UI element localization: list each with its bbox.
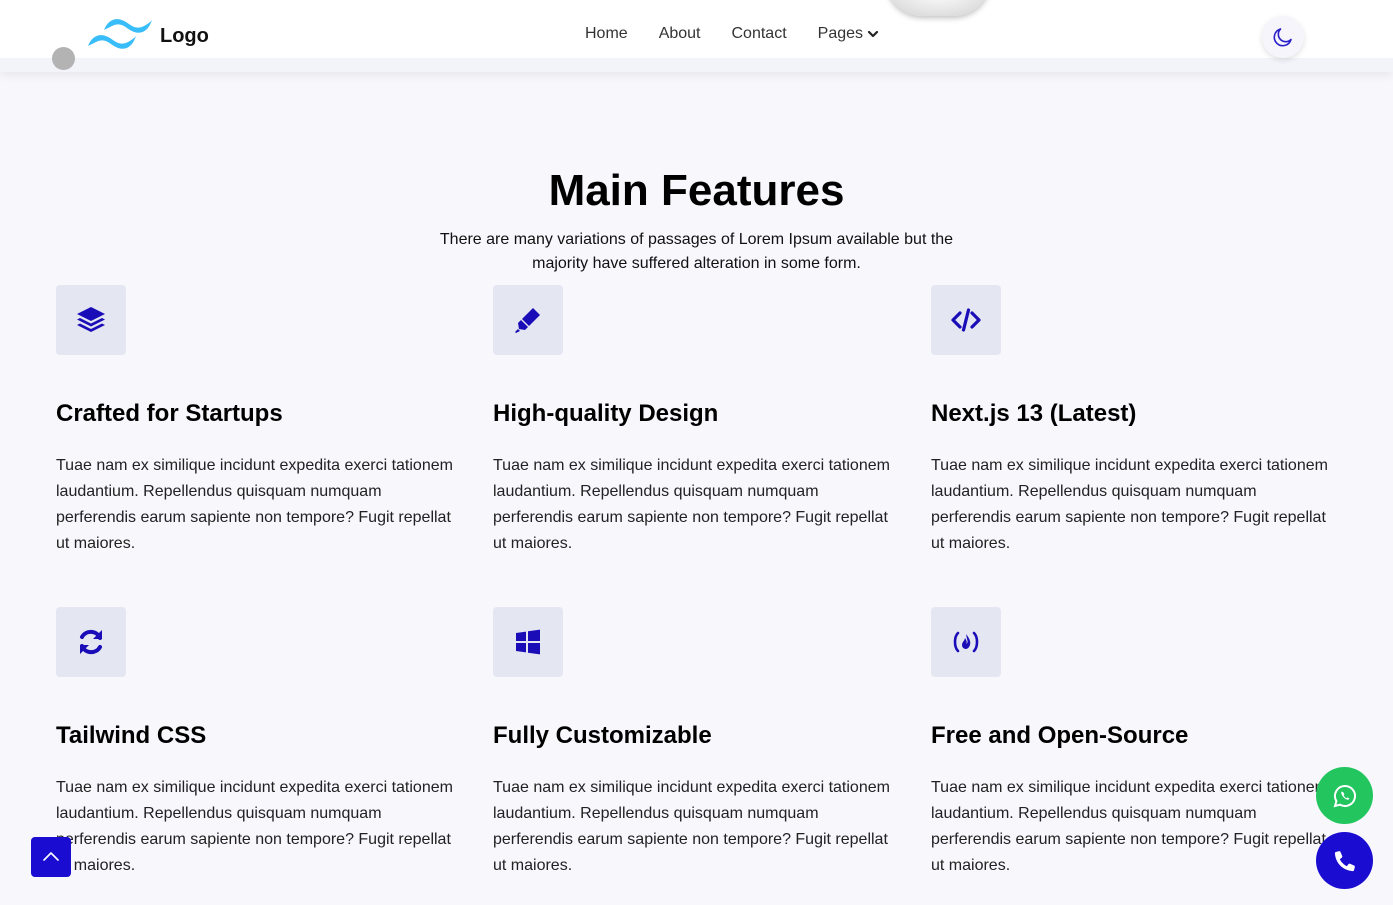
phone-icon (1334, 850, 1355, 871)
code-icon (951, 308, 981, 332)
highlighter-icon (515, 308, 540, 333)
feature-description: Tuae nam ex similique incidunt expedita … (56, 779, 453, 874)
feature-title: Free and Open-Source (931, 722, 1189, 749)
feature-icon-box (56, 607, 126, 677)
nav-pages-label: Pages (817, 25, 864, 42)
nav-home[interactable]: Home (585, 25, 628, 43)
nav-home-label: Home (585, 25, 628, 42)
nav-about[interactable]: About (659, 25, 701, 43)
feature-title: Crafted for Startups (56, 400, 283, 427)
nav-pages-dropdown[interactable]: Pages (818, 25, 879, 43)
feature-title: Fully Customizable (493, 722, 712, 749)
nav-contact-label: Contact (731, 25, 787, 42)
feature-icon-box (931, 285, 1001, 355)
feature-description: Tuae nam ex similique incidunt expedita … (493, 779, 890, 874)
nav-about-label: About (658, 25, 701, 42)
tailwind-logo-icon (88, 19, 152, 49)
feature-description: Tuae nam ex similique incidunt expedita … (493, 457, 890, 552)
feature-icon-box (931, 607, 1001, 677)
windows-icon (516, 629, 540, 655)
feature-card: Tailwind CSS Tuae nam ex similique incid… (56, 607, 456, 879)
feature-title: Tailwind CSS (56, 722, 207, 749)
section-subtitle: There are many variations of passages of… (439, 231, 954, 272)
theme-toggle-button[interactable] (1262, 16, 1304, 58)
feature-icon-box (56, 285, 126, 355)
whatsapp-icon (1333, 784, 1356, 807)
chevron-up-icon (43, 852, 59, 861)
chevron-down-icon (867, 30, 879, 38)
feature-description: Tuae nam ex similique incidunt expedita … (931, 779, 1328, 874)
section-title: Main Features (548, 166, 845, 215)
feature-card: Free and Open-Source Tuae nam ex similiq… (931, 607, 1331, 879)
logo-text: Logo (160, 24, 209, 47)
feature-card: High-quality Design Tuae nam ex similiqu… (493, 285, 893, 557)
feature-description: Tuae nam ex similique incidunt expedita … (56, 457, 453, 552)
phone-button[interactable] (1316, 832, 1373, 889)
logo[interactable]: Logo (88, 14, 209, 58)
feature-card: Crafted for Startups Tuae nam ex similiq… (56, 285, 456, 557)
whatsapp-button[interactable] (1316, 767, 1373, 824)
site-header: Logo Home About Contact Pages (0, 0, 1393, 72)
moon-icon (1273, 28, 1292, 47)
feature-card: Fully Customizable Tuae nam ex similique… (493, 607, 893, 879)
feature-description: Tuae nam ex similique incidunt expedita … (931, 457, 1328, 552)
sync-icon (80, 629, 102, 655)
scroll-to-top-button[interactable] (31, 837, 71, 877)
layers-icon (77, 307, 105, 332)
nav-contact[interactable]: Contact (732, 25, 787, 43)
feature-title: High-quality Design (493, 400, 719, 427)
free-code-camp-icon (953, 631, 979, 653)
main-nav: Home About Contact Pages (585, 25, 879, 43)
decorative-shape (886, 0, 990, 16)
feature-icon-box (493, 607, 563, 677)
feature-title: Next.js 13 (Latest) (931, 400, 1137, 427)
feature-icon-box (493, 285, 563, 355)
feature-card: Next.js 13 (Latest) Tuae nam ex similiqu… (931, 285, 1331, 557)
gray-dot-decoration (52, 47, 75, 70)
